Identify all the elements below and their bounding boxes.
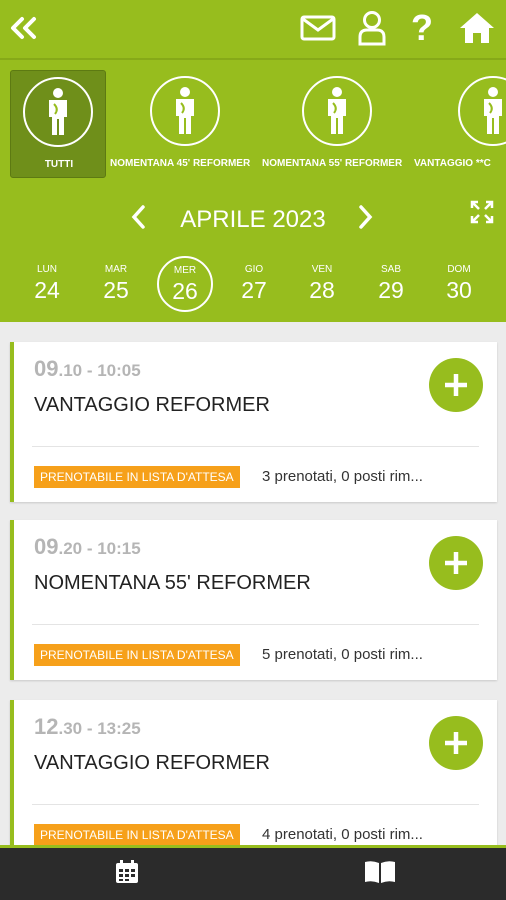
filter-header: TUTTI NOMENTANA 45' REFORMER NOMENTANA 5… bbox=[0, 58, 506, 322]
bottom-tab-bar bbox=[0, 845, 506, 900]
category-label: NOMENTANA 55' REFORMER bbox=[262, 158, 403, 169]
class-name: VANTAGGIO REFORMER bbox=[34, 394, 270, 416]
category-vantaggio[interactable]: VANTAGGIO **C bbox=[414, 70, 506, 178]
start-hour: 09 bbox=[34, 356, 59, 381]
help-icon[interactable]: ? bbox=[406, 7, 438, 48]
home-icon[interactable] bbox=[456, 8, 498, 48]
person-icon bbox=[150, 76, 220, 146]
day-number: 25 bbox=[103, 277, 129, 303]
class-name: VANTAGGIO REFORMER bbox=[34, 752, 270, 774]
status-badge: PRENOTABILE IN LISTA D'ATTESA bbox=[34, 644, 240, 666]
category-nomentana-55[interactable]: NOMENTANA 55' REFORMER bbox=[262, 70, 412, 178]
person-icon bbox=[23, 77, 93, 147]
class-time: 09.10 - 10:05 bbox=[34, 356, 141, 382]
add-booking-button[interactable] bbox=[429, 536, 483, 590]
status-badge: PRENOTABILE IN LISTA D'ATTESA bbox=[34, 824, 240, 845]
time-range: .10 - 10:05 bbox=[58, 361, 141, 380]
day-item[interactable]: DOM 30 bbox=[424, 256, 494, 304]
time-range: .30 - 13:25 bbox=[58, 719, 141, 738]
category-carousel[interactable]: TUTTI NOMENTANA 45' REFORMER NOMENTANA 5… bbox=[0, 68, 506, 180]
day-number: 27 bbox=[241, 277, 267, 303]
weekday-label: MER bbox=[173, 265, 197, 276]
time-range: .20 - 10:15 bbox=[58, 539, 141, 558]
top-bar: ? bbox=[0, 0, 506, 58]
class-time: 12.30 - 13:25 bbox=[34, 714, 141, 740]
class-name: NOMENTANA 55' REFORMER bbox=[34, 572, 311, 594]
class-list[interactable]: 09.10 - 10:05 VANTAGGIO REFORMER PRENOTA… bbox=[0, 322, 506, 845]
category-label: NOMENTANA 45' REFORMER bbox=[110, 158, 251, 169]
book-tab[interactable] bbox=[253, 848, 506, 900]
weekday-label: VEN bbox=[311, 264, 333, 275]
category-label: VANTAGGIO **C bbox=[414, 158, 491, 169]
class-time: 09.20 - 10:15 bbox=[34, 534, 141, 560]
add-booking-button[interactable] bbox=[429, 358, 483, 412]
class-card[interactable]: 09.10 - 10:05 VANTAGGIO REFORMER PRENOTA… bbox=[10, 342, 497, 502]
divider bbox=[32, 446, 479, 447]
status-badge: PRENOTABILE IN LISTA D'ATTESA bbox=[34, 466, 240, 488]
day-number: 29 bbox=[378, 277, 404, 303]
day-number: 24 bbox=[34, 277, 60, 303]
start-hour: 09 bbox=[34, 534, 59, 559]
next-month-button[interactable] bbox=[358, 204, 374, 238]
person-icon bbox=[302, 76, 372, 146]
day-number: 28 bbox=[309, 277, 335, 303]
class-card[interactable]: 09.20 - 10:15 NOMENTANA 55' REFORMER PRE… bbox=[10, 520, 497, 680]
day-item[interactable]: VEN 28 bbox=[287, 256, 357, 304]
mail-icon[interactable] bbox=[298, 8, 338, 48]
availability-text: 4 prenotati, 0 posti rim... bbox=[262, 826, 423, 843]
calendar-tab[interactable] bbox=[0, 848, 253, 900]
category-nomentana-45[interactable]: NOMENTANA 45' REFORMER bbox=[110, 70, 260, 178]
weekday-label: MAR bbox=[104, 264, 128, 275]
calendar-icon bbox=[114, 859, 140, 890]
divider bbox=[32, 624, 479, 625]
weekday-label: SAB bbox=[380, 264, 401, 275]
expand-icon[interactable] bbox=[470, 200, 494, 229]
month-title: APRILE 2023 bbox=[180, 206, 326, 233]
category-label: TUTTI bbox=[44, 159, 74, 170]
day-item[interactable]: LUN 24 bbox=[12, 256, 82, 304]
user-icon[interactable] bbox=[354, 8, 390, 48]
week-day-selector: LUN 24 MAR 25 MER 26 GIO 27 VEN 28 SAB 2… bbox=[0, 256, 506, 316]
person-icon bbox=[458, 76, 506, 146]
class-card[interactable]: 12.30 - 13:25 VANTAGGIO REFORMER PRENOTA… bbox=[10, 700, 497, 845]
divider bbox=[32, 804, 479, 805]
back-icon[interactable] bbox=[6, 8, 40, 48]
day-number: 30 bbox=[446, 277, 472, 303]
book-icon bbox=[363, 859, 397, 890]
month-navigator: APRILE 2023 bbox=[0, 200, 506, 240]
start-hour: 12 bbox=[34, 714, 59, 739]
day-item[interactable]: GIO 27 bbox=[219, 256, 289, 304]
add-booking-button[interactable] bbox=[429, 716, 483, 770]
weekday-label: LUN bbox=[36, 264, 57, 275]
category-tutti[interactable]: TUTTI bbox=[10, 70, 106, 178]
day-item[interactable]: SAB 29 bbox=[356, 256, 426, 304]
weekday-label: DOM bbox=[447, 264, 471, 275]
day-number: 26 bbox=[172, 278, 198, 304]
day-item-selected[interactable]: MER 26 bbox=[157, 256, 213, 312]
weekday-label: GIO bbox=[244, 264, 264, 275]
day-item[interactable]: MAR 25 bbox=[81, 256, 151, 304]
availability-text: 3 prenotati, 0 posti rim... bbox=[262, 468, 423, 485]
availability-text: 5 prenotati, 0 posti rim... bbox=[262, 646, 423, 663]
